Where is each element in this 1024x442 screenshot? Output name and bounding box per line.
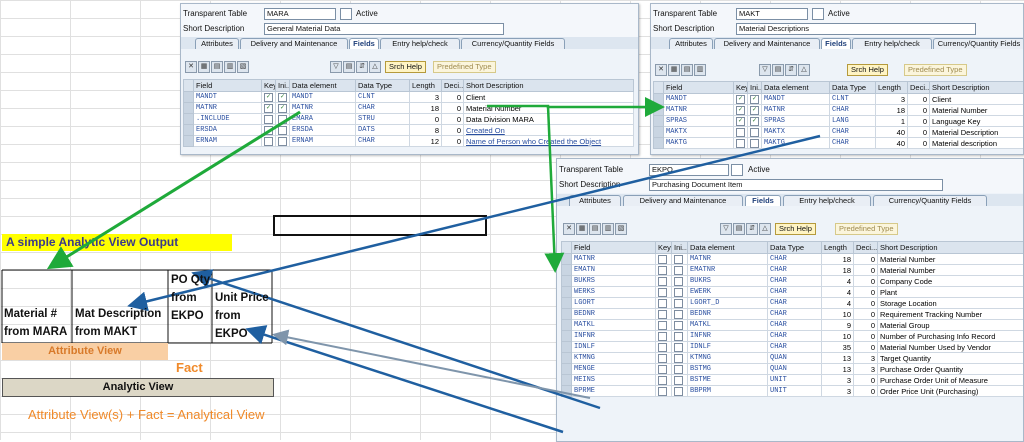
green-arrow-mara-output	[46, 110, 301, 270]
blue-arrow-makt-output	[127, 134, 821, 312]
formula-text: Attribute View(s) + Fact = Analytical Vi…	[28, 407, 265, 422]
col-material-line1: Material #	[4, 308, 58, 320]
green-arrow-mara-ekpo	[544, 105, 565, 273]
col-poqty-line3: EKPO	[171, 310, 204, 322]
col-poqty-line1: PO Qty	[171, 274, 210, 286]
fact-label: Fact	[176, 360, 203, 375]
col-desc-line1: Mat Description	[75, 308, 162, 320]
col-price-line2: from	[215, 310, 241, 322]
output-col-material: Material # from MARA	[4, 305, 67, 341]
green-arrow-mara-makt	[487, 97, 665, 117]
col-price-line3: EKPO	[215, 328, 248, 340]
col-poqty-line2: from	[171, 292, 197, 304]
output-col-po-qty: PO Qty from EKPO	[171, 271, 210, 325]
analytic-view-bar: Analytic View	[2, 378, 274, 397]
col-material-line2: from MARA	[4, 326, 68, 338]
diagram-lines	[1, 97, 821, 434]
col-price-line1: Unit Price	[215, 292, 269, 304]
col-desc-line2: from MAKT	[75, 326, 137, 338]
attribute-view-bar: Attribute View	[2, 343, 168, 360]
output-col-unit-price: Unit Price from EKPO	[215, 289, 269, 343]
output-col-description: Mat Description from MAKT	[75, 305, 161, 341]
